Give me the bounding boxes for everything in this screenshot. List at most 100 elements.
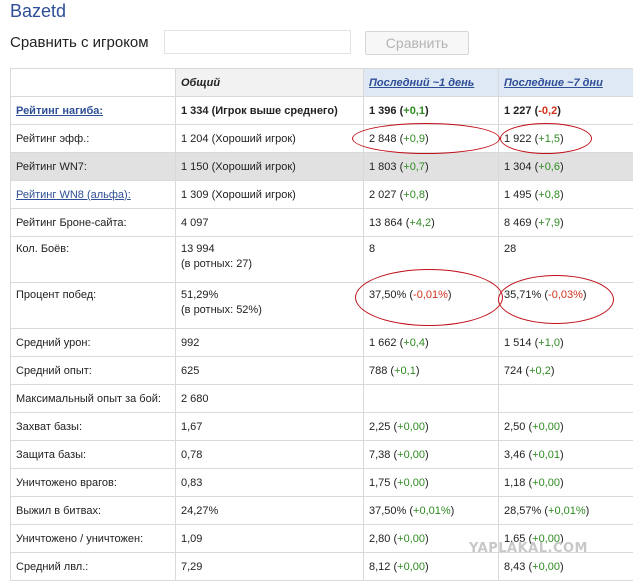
total-subvalue: (в ротных: 27) [181, 258, 252, 270]
day-value: 2,25 [369, 421, 390, 433]
total-value: 0,83 [181, 477, 202, 489]
table-row: Рейтинг эфф.:1 204 (Хороший игрок)2 848 … [11, 125, 633, 153]
day-delta: +4,2 [409, 217, 431, 229]
week-cell: 28,57% (+0,01%) [499, 497, 633, 525]
total-value: 992 [181, 337, 199, 349]
week-value: 3,46 [504, 449, 525, 461]
row-label: Выжил в битвах: [11, 497, 176, 525]
row-label: Процент побед: [11, 283, 176, 329]
day-delta: +0,01% [413, 505, 451, 517]
week-cell: 8 469 (+7,9) [499, 209, 633, 237]
total-value: 1 309 (Хороший игрок) [181, 189, 296, 201]
day-cell: 2 027 (+0,8) [364, 181, 499, 209]
day-value: 1 396 [369, 105, 397, 117]
week-value: 28 [504, 243, 516, 255]
total-cell: 0,78 [176, 441, 364, 469]
day-cell: 37,50% (-0,01%) [364, 283, 499, 329]
row-label: Средний урон: [11, 329, 176, 357]
day-delta: +0,8 [403, 189, 425, 201]
table-row: Рейтинг Броне-сайта:4 09713 864 (+4,2)8 … [11, 209, 633, 237]
week-delta: +0,00 [532, 561, 560, 573]
day-delta: +0,00 [397, 477, 425, 489]
table-row: Рейтинг WN7:1 150 (Хороший игрок)1 803 (… [11, 153, 633, 181]
day-value: 1,75 [369, 477, 390, 489]
day-delta: +0,00 [397, 449, 425, 461]
week-value: 1,18 [504, 477, 525, 489]
total-value: 51,29% [181, 289, 218, 301]
total-cell: 0,83 [176, 469, 364, 497]
table-header-row: Общий Последний ~1 день Последние ~7 дни [11, 69, 633, 97]
player-name: Bazetd [10, 1, 66, 22]
total-value: 1,67 [181, 421, 202, 433]
week-value: 35,71% [504, 289, 541, 301]
day-value: 37,50% [369, 505, 406, 517]
row-label: Защита базы: [11, 441, 176, 469]
compare-button[interactable]: Сравнить [365, 31, 469, 55]
row-label: Рейтинг эфф.: [11, 125, 176, 153]
week-value: 2,50 [504, 421, 525, 433]
week-cell: 2,50 (+0,00) [499, 413, 633, 441]
watermark-logo: YAPLAKAL.COM [469, 541, 588, 556]
week-cell: 1 514 (+1,0) [499, 329, 633, 357]
total-value: 2 680 [181, 393, 209, 405]
total-value: 1 204 (Хороший игрок) [181, 133, 296, 145]
week-cell: 1 495 (+0,8) [499, 181, 633, 209]
tab-last-day[interactable]: Последний ~1 день [364, 69, 499, 97]
day-value: 8,12 [369, 561, 390, 573]
table-row: Средний опыт:625788 (+0,1)724 (+0,2) [11, 357, 633, 385]
total-cell: 1 334 (Игрок выше среднего) [176, 97, 364, 125]
day-delta: +0,00 [397, 533, 425, 545]
stats-table: Общий Последний ~1 день Последние ~7 дни… [10, 68, 633, 581]
week-value: 1 227 [504, 105, 532, 117]
week-delta: -0,2 [538, 105, 557, 117]
day-delta: +0,4 [403, 337, 425, 349]
day-cell: 8,12 (+0,00) [364, 553, 499, 581]
tab-last-week[interactable]: Последние ~7 дни [499, 69, 633, 97]
player-search-input[interactable] [164, 30, 351, 54]
week-delta: +0,00 [532, 421, 560, 433]
day-value: 1 803 [369, 161, 397, 173]
week-value: 1 922 [504, 133, 532, 145]
week-cell: 1 227 (-0,2) [499, 97, 633, 125]
row-label: Захват базы: [11, 413, 176, 441]
week-delta: +0,01 [532, 449, 560, 461]
table-row: Рейтинг WN8 (альфа): 1 309 (Хороший игрок… [11, 181, 633, 209]
week-cell: 724 (+0,2) [499, 357, 633, 385]
row-label: Рейтинг Броне-сайта: [11, 209, 176, 237]
row-label: Кол. Боёв: [11, 237, 176, 283]
week-delta: +0,01% [548, 505, 586, 517]
row-label[interactable]: Рейтинг WN8 (альфа): [11, 181, 176, 209]
table-row: Уничтожено врагов:0,831,75 (+0,00)1,18 (… [11, 469, 633, 497]
row-label: Средний лвл.: [11, 553, 176, 581]
row-label: Уничтожено врагов: [11, 469, 176, 497]
week-cell: 1 304 (+0,6) [499, 153, 633, 181]
week-delta: +1,0 [538, 337, 560, 349]
week-value: 28,57% [504, 505, 541, 517]
week-value: 8,43 [504, 561, 525, 573]
table-row: Рейтинг нагиба:1 334 (Игрок выше среднег… [11, 97, 633, 125]
week-delta: +0,00 [532, 477, 560, 489]
total-value: 625 [181, 365, 199, 377]
row-label: Рейтинг WN7: [11, 153, 176, 181]
total-value: 7,29 [181, 561, 202, 573]
day-value: 788 [369, 365, 387, 377]
total-cell: 7,29 [176, 553, 364, 581]
total-cell: 625 [176, 357, 364, 385]
day-delta: +0,7 [403, 161, 425, 173]
total-cell: 13 994(в ротных: 27) [176, 237, 364, 283]
week-delta: +0,8 [538, 189, 560, 201]
week-value: 724 [504, 365, 522, 377]
day-delta: +0,00 [397, 561, 425, 573]
day-cell: 13 864 (+4,2) [364, 209, 499, 237]
week-cell: 1 922 (+1,5) [499, 125, 633, 153]
total-cell: 2 680 [176, 385, 364, 413]
compare-label: Сравнить с игроком [10, 34, 149, 51]
week-cell [499, 385, 633, 413]
table-row: Кол. Боёв:13 994(в ротных: 27)828 [11, 237, 633, 283]
day-cell: 1 396 (+0,1) [364, 97, 499, 125]
total-cell: 1 309 (Хороший игрок) [176, 181, 364, 209]
day-value: 37,50% [369, 289, 406, 301]
day-cell: 788 (+0,1) [364, 357, 499, 385]
week-delta: +0,6 [538, 161, 560, 173]
row-label[interactable]: Рейтинг нагиба: [11, 97, 176, 125]
